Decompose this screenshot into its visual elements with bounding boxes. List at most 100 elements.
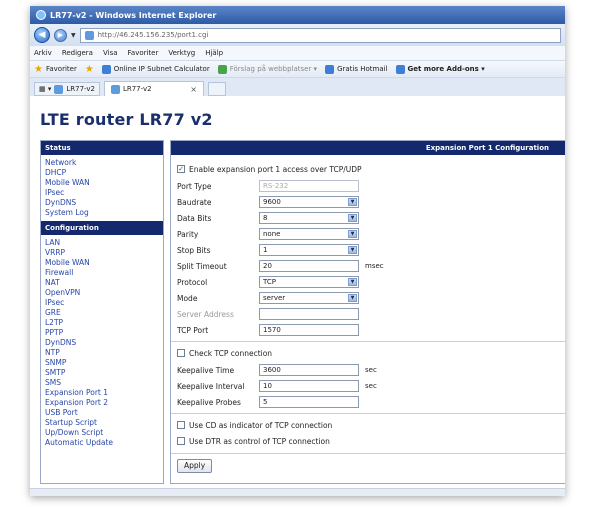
- sidebar-item-network[interactable]: Network: [45, 158, 159, 168]
- sidebar-item-mobile-wan-config[interactable]: Mobile WAN: [45, 258, 159, 268]
- use-cd-row: Use CD as indicator of TCP connection: [177, 419, 332, 431]
- address-bar[interactable]: http://46.245.156.235/port1.cgi: [79, 27, 561, 43]
- favorites-bar: ★ Favoriter ★ Online IP Subnet Calculato…: [30, 60, 565, 78]
- check-tcp-label: Check TCP connection: [189, 348, 273, 358]
- ie-icon: [36, 10, 46, 20]
- sidebar-item-snmp[interactable]: SNMP: [45, 358, 159, 368]
- page-title: LTE router LR77 v2: [40, 110, 213, 129]
- sidebar-item-dhcp[interactable]: DHCP: [45, 168, 159, 178]
- site-icon: [395, 64, 405, 74]
- sidebar-item-pptp[interactable]: PPTP: [45, 328, 159, 338]
- history-dropdown-icon[interactable]: ▼: [71, 32, 76, 39]
- menu-visa[interactable]: Visa: [103, 49, 118, 57]
- config-panel: Expansion Port 1 Configuration ✓ Enable …: [170, 140, 565, 484]
- address-url: http://46.245.156.235/port1.cgi: [97, 31, 209, 39]
- mode-select[interactable]: server ▼: [259, 292, 359, 304]
- fav-item-suggested-sites[interactable]: Förslag på webbplatser ▾: [217, 64, 317, 74]
- forward-button[interactable]: ▶: [54, 28, 67, 42]
- menu-redigera[interactable]: Redigera: [62, 49, 93, 57]
- stop-bits-select[interactable]: 1 ▼: [259, 244, 359, 256]
- sidebar-item-nat[interactable]: NAT: [45, 278, 159, 288]
- tcp-port-input[interactable]: 1570: [259, 324, 359, 336]
- sidebar-item-system-log[interactable]: System Log: [45, 208, 159, 218]
- sidebar-item-ipsec-config[interactable]: IPsec: [45, 298, 159, 308]
- new-tab-button[interactable]: [207, 82, 226, 96]
- fav-item-subnet-calculator[interactable]: Online IP Subnet Calculator: [101, 64, 210, 74]
- port-type-field: RS-232: [259, 180, 359, 192]
- sidebar-item-dyndns-config[interactable]: DynDNS: [45, 338, 159, 348]
- fav-item-addons[interactable]: Get more Add-ons ▾: [395, 64, 485, 74]
- page-icon: [110, 84, 120, 94]
- section-divider: [171, 453, 565, 454]
- sidebar-item-mobile-wan[interactable]: Mobile WAN: [45, 178, 159, 188]
- split-timeout-unit: msec: [365, 262, 384, 270]
- quick-tabs-button[interactable]: ▦ ▾ LR77-v2: [34, 82, 100, 96]
- site-icon: [101, 64, 111, 74]
- check-tcp-checkbox[interactable]: [177, 349, 185, 357]
- keepalive-interval-input[interactable]: 10: [259, 380, 359, 392]
- sidebar-item-ntp[interactable]: NTP: [45, 348, 159, 358]
- parity-select[interactable]: none ▼: [259, 228, 359, 240]
- sidebar-item-dyndns[interactable]: DynDNS: [45, 198, 159, 208]
- site-icon: [217, 64, 227, 74]
- chevron-down-icon: ▼: [348, 294, 357, 302]
- use-cd-checkbox[interactable]: [177, 421, 185, 429]
- split-timeout-input[interactable]: 20: [259, 260, 359, 272]
- close-tab-icon[interactable]: ×: [190, 85, 197, 94]
- sidebar-item-usb-port[interactable]: USB Port: [45, 408, 159, 418]
- sidebar-item-gre[interactable]: GRE: [45, 308, 159, 318]
- star-icon: ★: [34, 63, 43, 75]
- enable-port-row: ✓ Enable expansion port 1 access over TC…: [177, 163, 362, 175]
- protocol-select[interactable]: TCP ▼: [259, 276, 359, 288]
- sidebar-config-list: LAN VRRP Mobile WAN Firewall NAT OpenVPN…: [41, 235, 163, 451]
- sidebar-item-l2tp[interactable]: L2TP: [45, 318, 159, 328]
- browser-window: LR77-v2 - Windows Internet Explorer ◀ ▶ …: [30, 6, 565, 496]
- sidebar-config-header: Configuration: [41, 221, 163, 235]
- use-dtr-checkbox[interactable]: [177, 437, 185, 445]
- sidebar-status-list: Network DHCP Mobile WAN IPsec DynDNS Sys…: [41, 155, 163, 221]
- keepalive-time-input[interactable]: 3600: [259, 364, 359, 376]
- sidebar-item-expansion-port-1[interactable]: Expansion Port 1: [45, 388, 159, 398]
- sidebar-item-openvpn[interactable]: OpenVPN: [45, 288, 159, 298]
- tab-bar: ▦ ▾ LR77-v2 LR77-v2 ×: [30, 78, 565, 96]
- menu-verktyg[interactable]: Verktyg: [168, 49, 195, 57]
- sidebar-status-header: Status: [41, 141, 163, 155]
- menu-favoriter[interactable]: Favoriter: [128, 49, 159, 57]
- enable-port-checkbox[interactable]: ✓: [177, 165, 185, 173]
- menu-bar: Arkiv Redigera Visa Favoriter Verktyg Hj…: [30, 46, 565, 60]
- keepalive-probes-input[interactable]: 5: [259, 396, 359, 408]
- favorites-button[interactable]: ★ Favoriter: [34, 64, 77, 75]
- use-dtr-label: Use DTR as control of TCP connection: [189, 436, 330, 446]
- sidebar-item-lan[interactable]: LAN: [45, 238, 159, 248]
- data-bits-select[interactable]: 8 ▼: [259, 212, 359, 224]
- enable-port-label: Enable expansion port 1 access over TCP/…: [189, 164, 362, 174]
- chevron-down-icon: ▼: [348, 246, 357, 254]
- menu-arkiv[interactable]: Arkiv: [34, 49, 52, 57]
- tab-lr77[interactable]: LR77-v2 ×: [103, 81, 204, 96]
- page-content: LTE router LR77 v2 Status Network DHCP M…: [30, 96, 565, 488]
- chevron-down-icon: ▼: [348, 214, 357, 222]
- sidebar-item-vrrp[interactable]: VRRP: [45, 248, 159, 258]
- status-bar: [30, 488, 565, 496]
- section-divider: [171, 413, 565, 414]
- sidebar-item-expansion-port-2[interactable]: Expansion Port 2: [45, 398, 159, 408]
- server-address-input[interactable]: [259, 308, 359, 320]
- fav-item-hotmail[interactable]: Gratis Hotmail: [325, 64, 388, 74]
- apply-button[interactable]: Apply: [177, 459, 213, 473]
- sidebar-item-firewall[interactable]: Firewall: [45, 268, 159, 278]
- sidebar-item-automatic-update[interactable]: Automatic Update: [45, 438, 159, 448]
- sidebar-item-sms[interactable]: SMS: [45, 378, 159, 388]
- page-icon: [54, 84, 64, 94]
- add-favorite-icon[interactable]: ★: [85, 64, 94, 75]
- sidebar-item-up-down-script[interactable]: Up/Down Script: [45, 428, 159, 438]
- sidebar-item-ipsec[interactable]: IPsec: [45, 188, 159, 198]
- baudrate-select[interactable]: 9600 ▼: [259, 196, 359, 208]
- use-dtr-row: Use DTR as control of TCP connection: [177, 435, 330, 447]
- back-button[interactable]: ◀: [34, 27, 50, 43]
- sidebar: Status Network DHCP Mobile WAN IPsec Dyn…: [40, 140, 164, 484]
- config-panel-header: Expansion Port 1 Configuration: [171, 141, 565, 155]
- sidebar-item-smtp[interactable]: SMTP: [45, 368, 159, 378]
- sidebar-item-startup-script[interactable]: Startup Script: [45, 418, 159, 428]
- menu-hjalp[interactable]: Hjälp: [205, 49, 223, 57]
- keepalive-time-unit: sec: [365, 366, 377, 374]
